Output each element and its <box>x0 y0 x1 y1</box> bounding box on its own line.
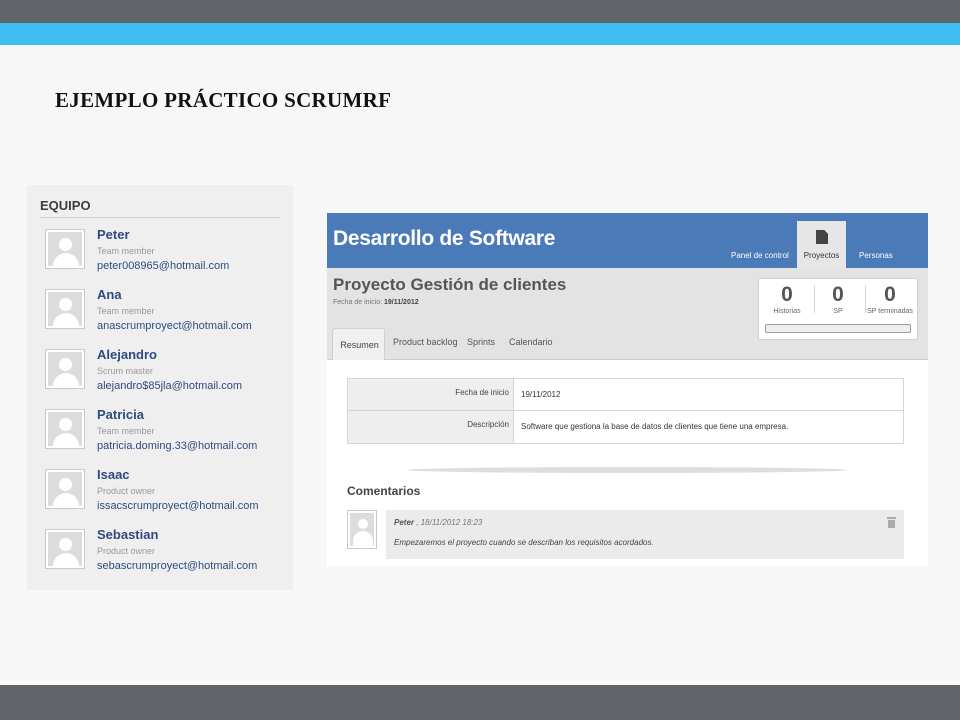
row-key: Descripción <box>467 420 509 429</box>
table-key-cell: Descripción <box>348 411 514 443</box>
team-member[interactable]: Alejandro Scrum master alejandro$85jla@h… <box>27 343 293 399</box>
project-title: Proyecto Gestión de clientes <box>333 275 567 294</box>
member-email: peter008965@hotmail.com <box>97 260 230 272</box>
member-role: Product owner <box>97 546 156 556</box>
tab-sprints[interactable]: Sprints <box>467 337 495 347</box>
nav-proyectos[interactable]: Proyectos <box>797 221 846 268</box>
member-role: Team member <box>97 306 155 316</box>
team-heading: EQUIPO <box>40 198 91 213</box>
member-name[interactable]: Patricia <box>97 407 144 422</box>
stat-sp-terminadas: 0 SP terminadas <box>864 283 916 315</box>
comment-datetime: , 18/11/2012 18:23 <box>416 518 483 527</box>
start-date-label: Fecha de inicio: <box>333 299 383 306</box>
project-start-date: Fecha de inicio: 19/11/2012 <box>333 299 419 306</box>
tab-calendario[interactable]: Calendario <box>509 337 553 347</box>
user-placeholder-icon <box>45 469 85 509</box>
member-name[interactable]: Sebastian <box>97 527 158 542</box>
project-header: Proyecto Gestión de clientes Fecha de in… <box>327 268 928 360</box>
team-member[interactable]: Ana Team member anascrumproyect@hotmail.… <box>27 283 293 339</box>
member-email: issacscrumproyect@hotmail.com <box>97 500 259 512</box>
nav-personas[interactable]: Personas <box>859 251 893 260</box>
member-role: Product owner <box>97 486 156 496</box>
comment-meta: Peter , 18/11/2012 18:23 <box>394 518 482 527</box>
user-placeholder-icon <box>45 529 85 569</box>
user-placeholder-icon <box>347 510 377 549</box>
bottom-bar <box>0 685 960 720</box>
member-role: Scrum master <box>97 366 154 376</box>
member-name[interactable]: Alejandro <box>97 347 157 362</box>
stat-value: 0 <box>781 283 793 306</box>
app-screenshot: Desarrollo de Software Panel de control … <box>327 213 928 566</box>
document-icon <box>816 230 828 244</box>
tab-resumen[interactable]: Resumen <box>332 328 385 360</box>
team-member[interactable]: Isaac Product owner issacscrumproyect@ho… <box>27 463 293 519</box>
user-placeholder-icon <box>45 229 85 269</box>
user-placeholder-icon <box>45 409 85 449</box>
user-placeholder-icon <box>45 349 85 389</box>
comments-heading: Comentarios <box>347 484 421 498</box>
team-member[interactable]: Sebastian Product owner sebascrumproyect… <box>27 523 293 579</box>
comment-item: Peter , 18/11/2012 18:23 Empezaremos el … <box>386 510 904 559</box>
stat-label: SP terminadas <box>867 308 913 315</box>
team-panel: EQUIPO Peter Team member peter008965@hot… <box>27 185 293 590</box>
accent-bar <box>0 23 960 45</box>
top-bar <box>0 0 960 23</box>
nav-panel-de-control[interactable]: Panel de control <box>731 251 789 260</box>
progress-bar <box>765 324 911 333</box>
comment-text: Empezaremos el proyecto cuando se descri… <box>394 538 654 547</box>
stat-label: Historias <box>773 308 801 315</box>
member-email: patricia.doming.33@hotmail.com <box>97 440 258 452</box>
section-divider <box>407 467 847 473</box>
table-row: Fecha de inicio 19/11/2012 <box>348 379 903 411</box>
member-name[interactable]: Ana <box>97 287 122 302</box>
team-member[interactable]: Patricia Team member patricia.doming.33@… <box>27 403 293 459</box>
member-name[interactable]: Peter <box>97 227 130 242</box>
user-placeholder-icon <box>45 289 85 329</box>
summary-table: Fecha de inicio 19/11/2012 Descripción S… <box>347 378 904 444</box>
row-value: Software que gestiona la base de datos d… <box>521 422 789 431</box>
table-key-cell: Fecha de inicio <box>348 379 514 410</box>
member-role: Team member <box>97 246 155 256</box>
member-email: alejandro$85jla@hotmail.com <box>97 380 243 392</box>
app-brand[interactable]: Desarrollo de Software <box>333 227 555 251</box>
stat-value: 0 <box>884 283 896 306</box>
row-key: Fecha de inicio <box>455 388 509 397</box>
start-date-value: 19/11/2012 <box>383 299 419 306</box>
stat-sp: 0 SP <box>812 283 864 315</box>
stat-label: SP <box>833 308 843 315</box>
tab-resumen-label: Resumen <box>340 340 379 350</box>
member-role: Team member <box>97 426 155 436</box>
slide-title: EJEMPLO PRÁCTICO SCRUMRF <box>55 88 392 112</box>
stat-historias: 0 Historias <box>761 283 813 315</box>
member-name[interactable]: Isaac <box>97 467 130 482</box>
app-header: Desarrollo de Software Panel de control … <box>327 213 928 268</box>
member-email: sebascrumproyect@hotmail.com <box>97 560 258 572</box>
stats-box: 0 Historias 0 SP 0 SP terminadas <box>758 278 918 340</box>
trash-icon[interactable] <box>887 517 896 528</box>
stat-value: 0 <box>832 283 844 306</box>
comment-author[interactable]: Peter <box>394 518 414 527</box>
member-email: anascrumproyect@hotmail.com <box>97 320 252 332</box>
team-member[interactable]: Peter Team member peter008965@hotmail.co… <box>27 223 293 279</box>
row-value: 19/11/2012 <box>521 390 561 399</box>
tab-product-backlog[interactable]: Product backlog <box>393 337 458 347</box>
nav-proyectos-label: Proyectos <box>803 251 840 260</box>
table-row: Descripción Software que gestiona la bas… <box>348 411 903 443</box>
team-divider <box>40 217 280 218</box>
